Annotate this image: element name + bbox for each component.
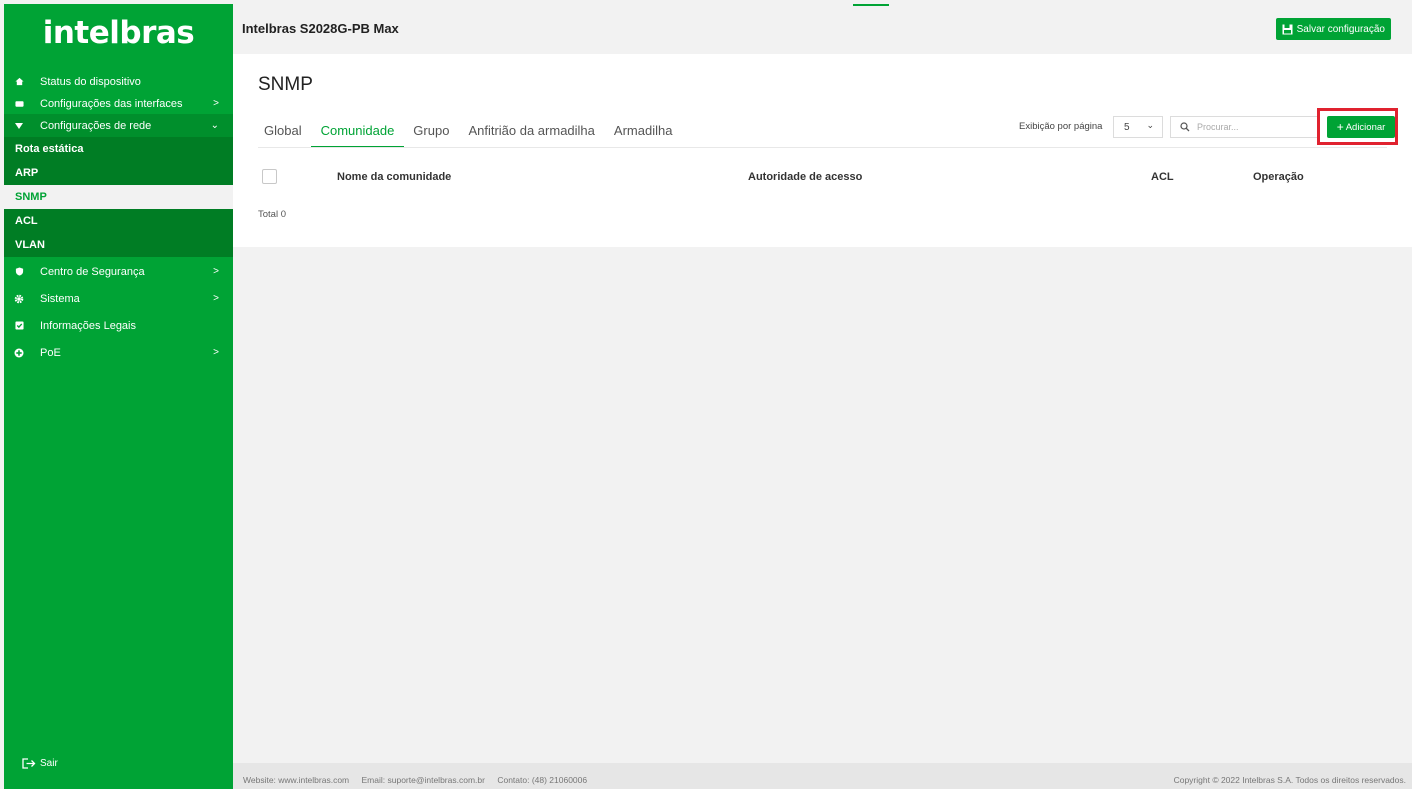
chevron-down-icon: ⌄ bbox=[1146, 120, 1154, 130]
sidebar-item-network[interactable]: Configurações de rede ⌄ bbox=[4, 114, 233, 137]
sidebar-item-label: Status do dispositivo bbox=[40, 75, 141, 88]
save-icon bbox=[1282, 24, 1293, 34]
intelbras-logo[interactable]: intelbras bbox=[4, 4, 233, 62]
logout-button[interactable]: Sair bbox=[22, 758, 58, 769]
gear-icon bbox=[14, 294, 24, 304]
logout-icon bbox=[22, 758, 36, 769]
sidebar-subitem-acl[interactable]: ACL bbox=[4, 209, 233, 233]
device-title: Intelbras S2028G-PB Max bbox=[242, 21, 399, 36]
logout-label: Sair bbox=[40, 758, 58, 769]
tab-trap[interactable]: Armadilha bbox=[614, 123, 673, 148]
table-header: Nome da comunidade Autoridade de acesso … bbox=[258, 164, 1387, 192]
sidebar-subitem-static-route[interactable]: Rota estática bbox=[4, 137, 233, 161]
chevron-right-icon: > bbox=[213, 293, 219, 304]
footer-copyright: Copyright © 2022 Intelbras S.A. Todos os… bbox=[1173, 775, 1406, 785]
search-box[interactable] bbox=[1170, 116, 1320, 138]
footer-email[interactable]: Email: suporte@intelbras.com.br bbox=[362, 775, 485, 785]
save-label: Salvar configuração bbox=[1296, 23, 1385, 35]
footer-contact: Contato: (48) 21060006 bbox=[497, 775, 588, 785]
page-title: SNMP bbox=[258, 74, 313, 95]
sidebar-item-legal[interactable]: Informações Legais bbox=[4, 316, 233, 335]
chevron-down-icon: ⌄ bbox=[210, 120, 219, 131]
checkbox-icon bbox=[14, 321, 24, 331]
add-button[interactable]: + Adicionar bbox=[1327, 116, 1395, 138]
tab-trap-host[interactable]: Anfitrião da armadilha bbox=[468, 123, 594, 148]
save-configuration-button[interactable]: Salvar configuração bbox=[1275, 18, 1391, 40]
sidebar-item-security[interactable]: Centro de Segurança > bbox=[4, 262, 233, 281]
add-label: Adicionar bbox=[1345, 121, 1386, 133]
sidebar-item-poe[interactable]: PoE > bbox=[4, 343, 233, 362]
column-operation: Operação bbox=[1253, 171, 1304, 183]
caret-down-icon bbox=[14, 121, 24, 131]
main-panel: SNMP Global Comunidade Grupo Anfitrião d… bbox=[233, 54, 1412, 247]
interface-icon bbox=[14, 99, 24, 109]
search-icon bbox=[1180, 122, 1190, 132]
column-access-authority: Autoridade de acesso bbox=[748, 171, 863, 183]
sidebar-item-label: Sistema bbox=[40, 292, 80, 305]
tab-divider bbox=[258, 147, 1387, 148]
sidebar-item-system[interactable]: Sistema > bbox=[4, 289, 233, 308]
sidebar-item-status[interactable]: Status do dispositivo bbox=[4, 72, 233, 91]
per-page-label: Exibição por página bbox=[1019, 121, 1103, 132]
sidebar-item-label: Configurações de rede bbox=[40, 119, 152, 132]
sidebar-subitem-snmp[interactable]: SNMP bbox=[4, 185, 233, 209]
chevron-right-icon: > bbox=[213, 266, 219, 277]
sidebar: intelbras Status do dispositivo Configur… bbox=[4, 4, 233, 789]
chevron-right-icon: > bbox=[213, 98, 219, 109]
sidebar-item-label: Configurações das interfaces bbox=[40, 97, 183, 110]
footer-contacts: Website: www.intelbras.com Email: suport… bbox=[243, 775, 597, 785]
total-count: Total 0 bbox=[258, 209, 286, 220]
search-input[interactable] bbox=[1197, 122, 1307, 132]
tab-global[interactable]: Global bbox=[264, 123, 302, 148]
column-community-name: Nome da comunidade bbox=[337, 171, 452, 183]
sidebar-item-interfaces[interactable]: Configurações das interfaces > bbox=[4, 94, 233, 113]
tab-group[interactable]: Grupo bbox=[413, 123, 449, 148]
top-accent-bar bbox=[853, 4, 889, 6]
shield-icon bbox=[14, 267, 24, 277]
plus-circle-icon bbox=[14, 348, 24, 358]
top-bar: Intelbras S2028G-PB Max Salvar configura… bbox=[233, 4, 1412, 54]
footer: Website: www.intelbras.com Email: suport… bbox=[233, 763, 1412, 789]
per-page-value: 5 bbox=[1124, 121, 1130, 133]
sidebar-item-label: Centro de Segurança bbox=[40, 265, 145, 278]
home-icon bbox=[14, 77, 24, 87]
column-acl: ACL bbox=[1151, 171, 1174, 183]
sidebar-subitem-arp[interactable]: ARP bbox=[4, 161, 233, 185]
per-page-select[interactable]: 5 ⌄ bbox=[1113, 116, 1163, 138]
select-all-checkbox[interactable] bbox=[262, 169, 277, 184]
sidebar-subitem-vlan[interactable]: VLAN bbox=[4, 233, 233, 257]
tab-community[interactable]: Comunidade bbox=[310, 123, 405, 148]
tab-bar: Global Comunidade Grupo Anfitrião da arm… bbox=[264, 123, 691, 148]
chevron-right-icon: > bbox=[213, 347, 219, 358]
sidebar-item-label: Informações Legais bbox=[40, 319, 136, 332]
sidebar-item-label: PoE bbox=[40, 346, 61, 359]
plus-icon: + bbox=[1336, 120, 1344, 134]
footer-website[interactable]: Website: www.intelbras.com bbox=[243, 775, 349, 785]
